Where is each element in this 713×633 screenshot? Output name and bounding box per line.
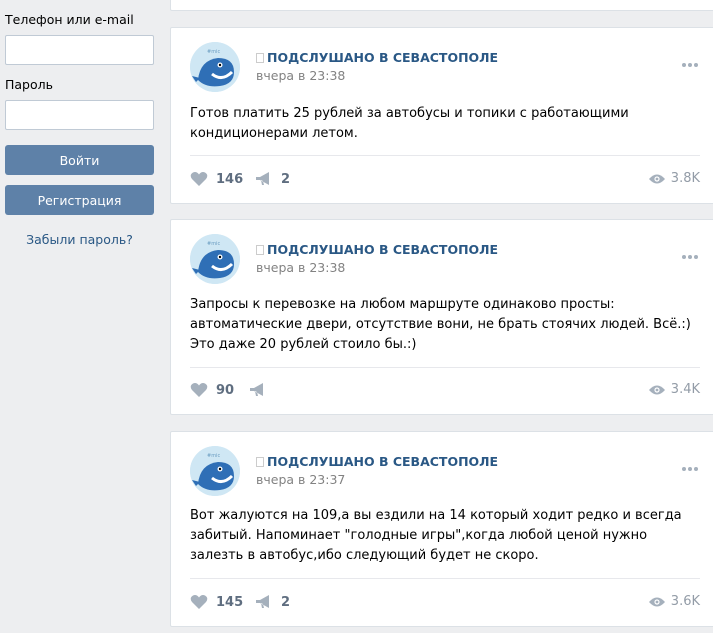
like-button[interactable]: 90	[190, 382, 234, 398]
heart-icon	[190, 595, 208, 609]
post-divider	[190, 367, 700, 368]
share-count: 2	[281, 171, 291, 187]
like-count: 146	[216, 171, 244, 187]
post-author-name: ПОДСЛУШАНО В СЕВАСТОПОЛЕ	[267, 242, 499, 257]
register-button[interactable]: Регистрация	[5, 185, 154, 215]
phone-input[interactable]	[5, 35, 154, 65]
password-label: Пароль	[5, 77, 53, 92]
avatar[interactable]: #mic	[190, 42, 240, 92]
share-button[interactable]: 2	[255, 171, 290, 187]
author-mark-icon	[256, 53, 264, 63]
author-mark-icon	[256, 245, 264, 255]
post-text: Готов платить 25 рублей за автобусы и то…	[190, 106, 629, 141]
views-counter: 3.6K	[648, 594, 700, 609]
phone-label: Телефон или e-mail	[5, 12, 134, 27]
share-count: 2	[281, 594, 291, 610]
whale-avatar-icon: #mic	[190, 234, 240, 284]
post-card: #mic ПОДСЛУШАНО В СЕВАСТОПОЛЕ вчера в 23…	[170, 219, 713, 415]
author-mark-icon	[256, 457, 264, 467]
post-card: #mic ПОДСЛУШАНО В СЕВАСТОПОЛЕ вчера в 23…	[170, 27, 713, 204]
more-dots-icon[interactable]	[682, 56, 700, 67]
avatar[interactable]: #mic	[190, 446, 240, 496]
previous-post-card	[170, 0, 713, 11]
avatar-badge: #mic	[207, 49, 220, 55]
views-count: 3.6K	[670, 594, 700, 609]
like-button[interactable]: 146	[190, 171, 243, 187]
post-date[interactable]: вчера в 23:37	[256, 472, 345, 487]
heart-icon	[190, 383, 208, 397]
post-date[interactable]: вчера в 23:38	[256, 68, 345, 83]
views-counter: 3.8K	[648, 171, 700, 186]
login-button[interactable]: Войти	[5, 145, 154, 175]
avatar-badge: #mic	[207, 241, 220, 247]
post-author[interactable]: ПОДСЛУШАНО В СЕВАСТОПОЛЕ	[256, 50, 498, 65]
post-author-name: ПОДСЛУШАНО В СЕВАСТОПОЛЕ	[267, 454, 499, 469]
views-counter: 3.4K	[648, 382, 700, 397]
whale-avatar-icon: #mic	[190, 42, 240, 92]
post-date[interactable]: вчера в 23:38	[256, 260, 345, 275]
like-button[interactable]: 145	[190, 594, 243, 610]
more-dots-icon[interactable]	[682, 460, 700, 471]
post-author-name: ПОДСЛУШАНО В СЕВАСТОПОЛЕ	[267, 50, 499, 65]
like-count: 90	[216, 382, 235, 398]
avatar[interactable]: #mic	[190, 234, 240, 284]
post-author[interactable]: ПОДСЛУШАНО В СЕВАСТОПОЛЕ	[256, 242, 498, 257]
post-text: Запросы к перевозке на любом маршруте од…	[190, 297, 691, 352]
post-card: #mic ПОДСЛУШАНО В СЕВАСТОПОЛЕ вчера в 23…	[170, 431, 713, 627]
megaphone-icon	[250, 383, 263, 396]
more-dots-icon[interactable]	[682, 248, 700, 259]
login-sidebar: Телефон или e-mail Пароль Войти Регистра…	[0, 0, 160, 633]
megaphone-icon	[256, 172, 269, 185]
whale-avatar-icon: #mic	[190, 446, 240, 496]
share-button[interactable]: 2	[255, 594, 290, 610]
heart-icon	[190, 172, 208, 186]
post-divider	[190, 578, 700, 579]
post-author[interactable]: ПОДСЛУШАНО В СЕВАСТОПОЛЕ	[256, 454, 498, 469]
eye-icon	[648, 174, 665, 183]
password-input[interactable]	[5, 100, 154, 130]
megaphone-icon	[256, 595, 269, 608]
views-count: 3.4K	[670, 382, 700, 397]
post-divider	[190, 155, 700, 156]
post-text: Вот жалуются на 109,а вы ездили на 14 ко…	[190, 508, 682, 563]
avatar-badge: #mic	[207, 453, 220, 459]
views-count: 3.8K	[670, 171, 700, 186]
eye-icon	[648, 597, 665, 606]
eye-icon	[648, 385, 665, 394]
forgot-password-link[interactable]: Забыли пароль?	[5, 232, 154, 247]
like-count: 145	[216, 594, 244, 610]
share-button[interactable]	[249, 382, 275, 398]
